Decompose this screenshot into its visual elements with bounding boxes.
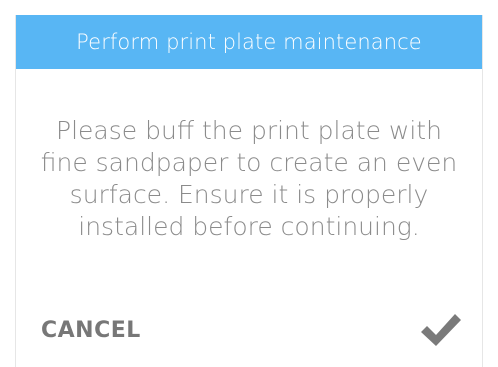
maintenance-dialog: Perform print plate maintenance Please b… bbox=[15, 15, 483, 367]
cancel-button[interactable]: CANCEL bbox=[41, 317, 141, 345]
dialog-header: Perform print plate maintenance bbox=[16, 15, 482, 69]
dialog-message: Please buff the print plate with fine sa… bbox=[40, 116, 458, 241]
dialog-title: Perform print plate maintenance bbox=[76, 30, 422, 54]
confirm-button[interactable] bbox=[416, 307, 466, 353]
checkmark-icon bbox=[421, 314, 461, 346]
